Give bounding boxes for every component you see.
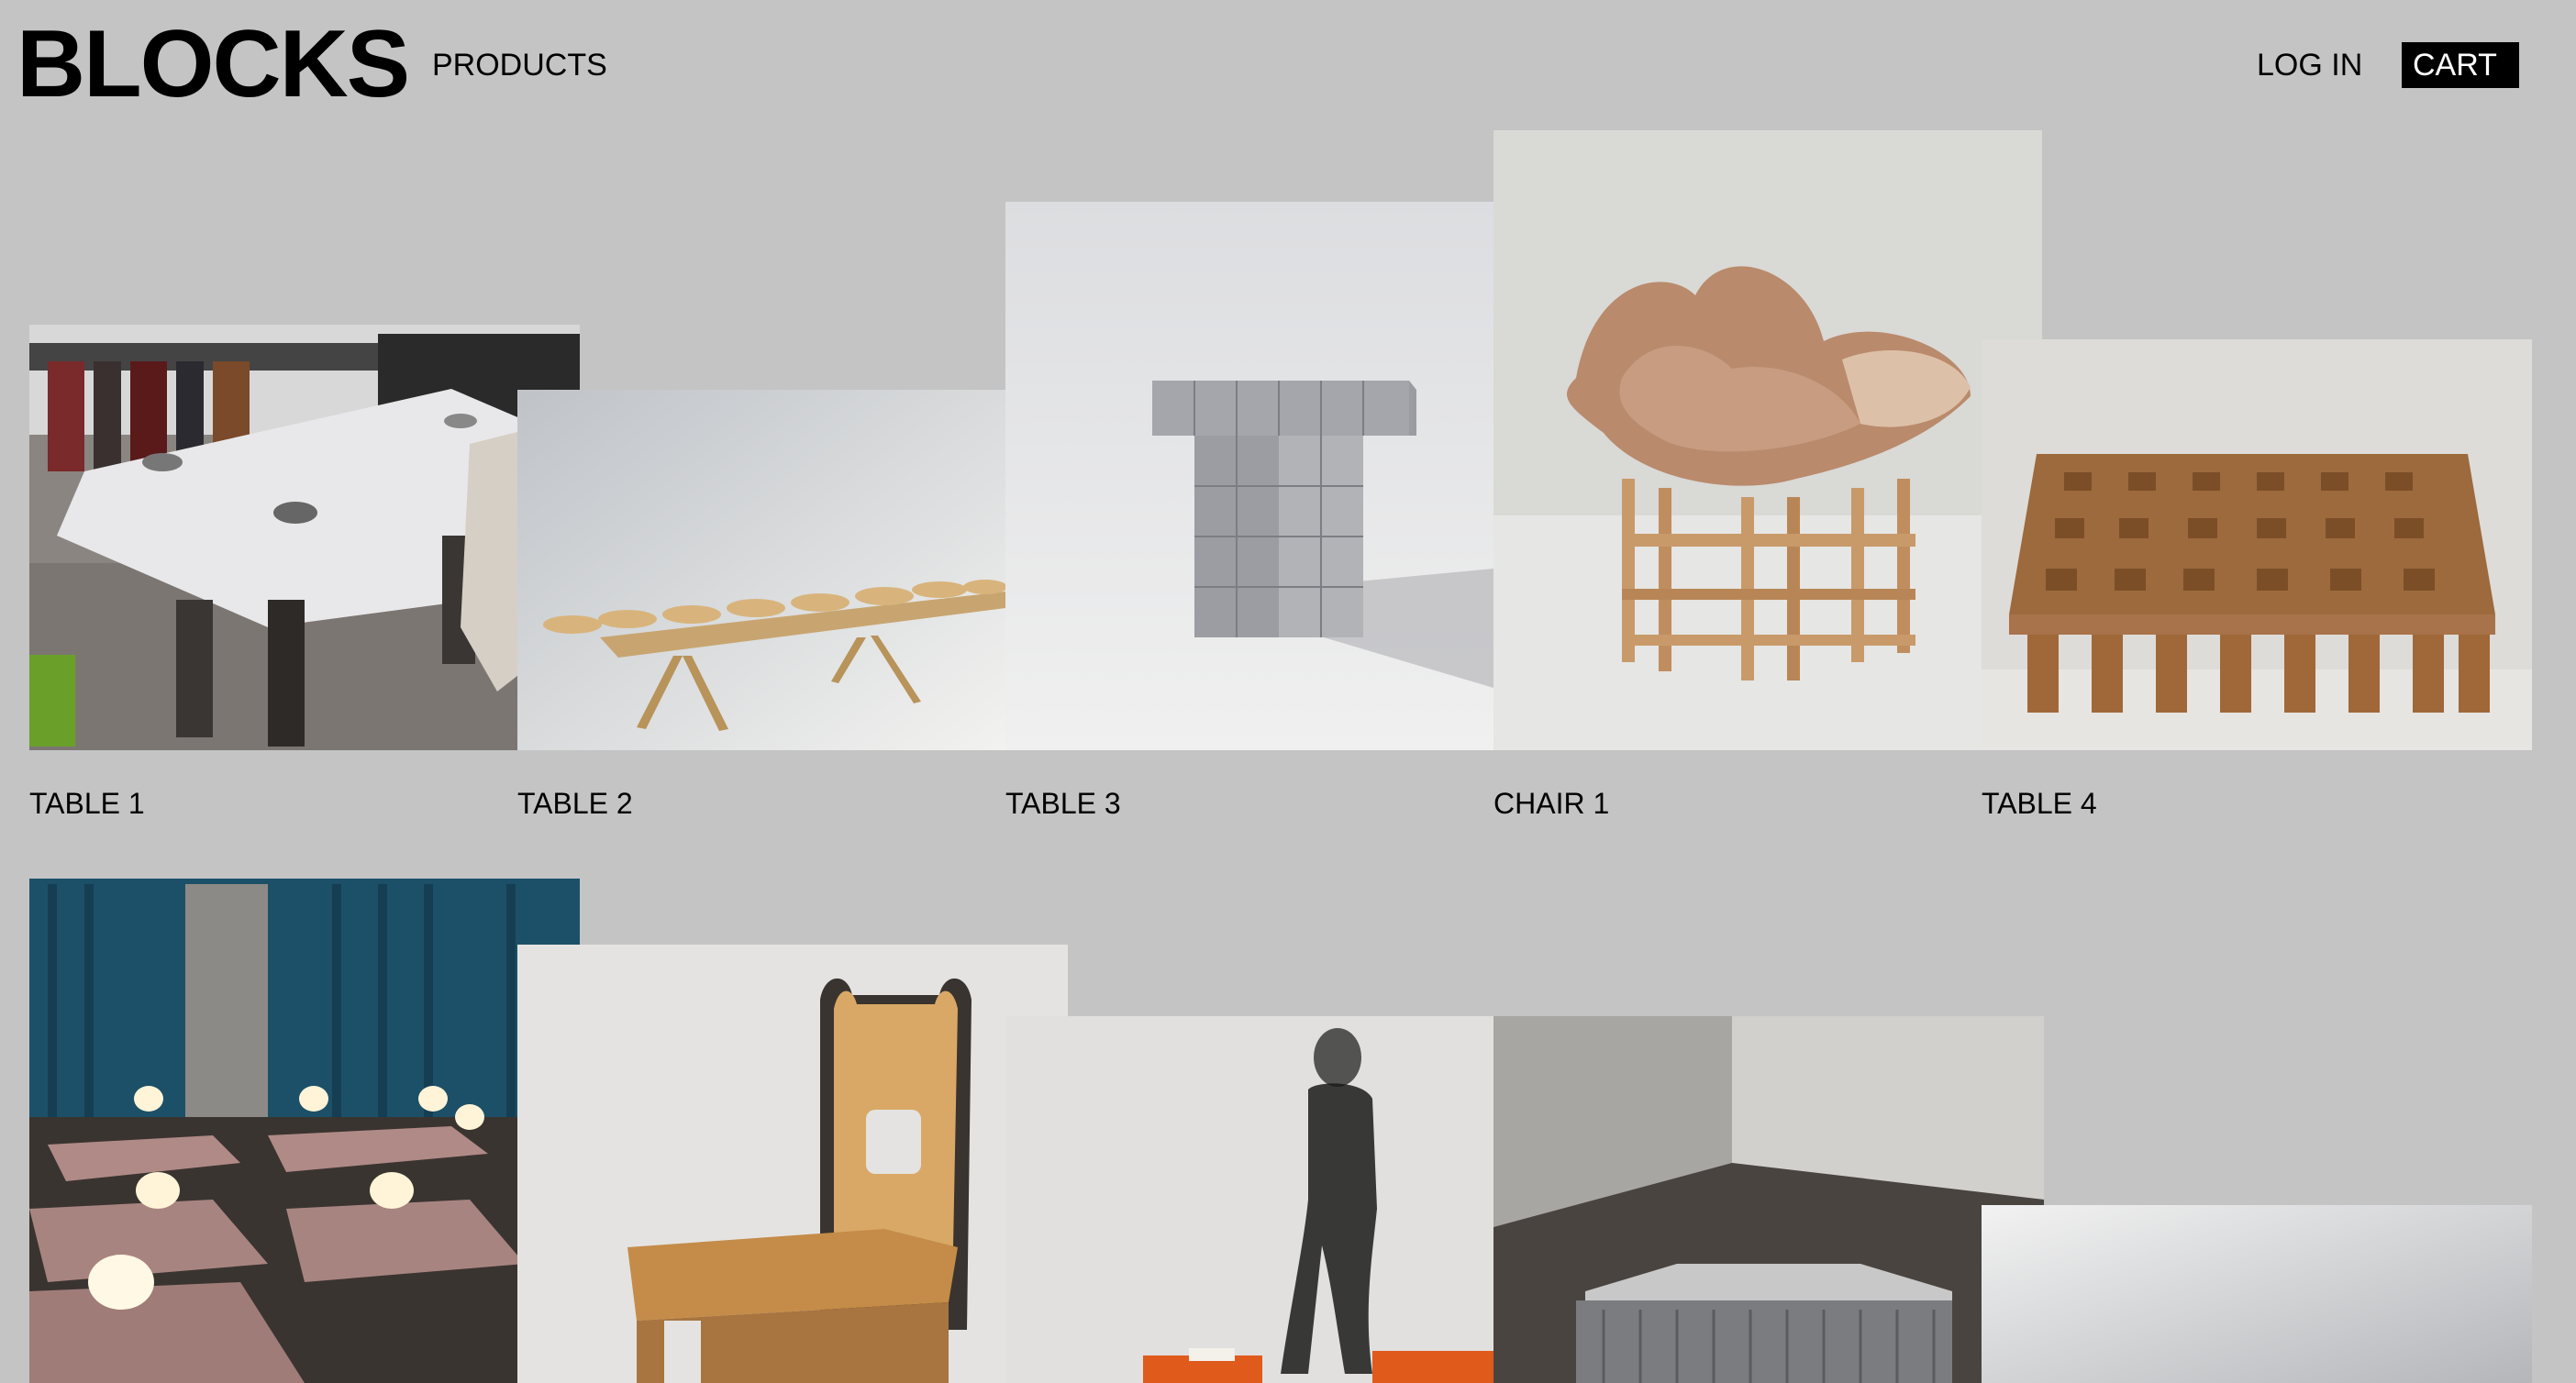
product-image-bunny-chair[interactable] [517, 945, 1068, 1383]
product-image-table-3[interactable] [1005, 202, 1493, 750]
product-image-chair-1[interactable] [1493, 130, 2042, 750]
product-image-grey-gradient[interactable] [1982, 1205, 2532, 1383]
product-image-tiled-tables[interactable] [29, 879, 580, 1383]
site-header: BLOCKS PRODUCTS LOG IN CART [0, 0, 2576, 128]
product-label[interactable]: TABLE 1 [29, 785, 145, 822]
cart-button[interactable]: CART [2402, 42, 2519, 88]
site-logo[interactable]: BLOCKS [17, 9, 410, 119]
nav-login-link[interactable]: LOG IN [2257, 46, 2362, 84]
product-image-walking-person[interactable] [1005, 1016, 1493, 1383]
product-label[interactable]: CHAIR 1 [1493, 785, 1609, 822]
product-image-table-1[interactable] [29, 325, 580, 750]
product-label[interactable]: TABLE 3 [1005, 785, 1121, 822]
product-image-metal-table[interactable] [1493, 1016, 2044, 1383]
nav-products-link[interactable]: PRODUCTS [432, 46, 607, 84]
product-label[interactable]: TABLE 2 [517, 785, 633, 822]
product-label[interactable]: TABLE 4 [1982, 785, 2097, 822]
product-image-table-2[interactable] [517, 390, 1005, 750]
product-image-table-4[interactable] [1982, 339, 2532, 750]
